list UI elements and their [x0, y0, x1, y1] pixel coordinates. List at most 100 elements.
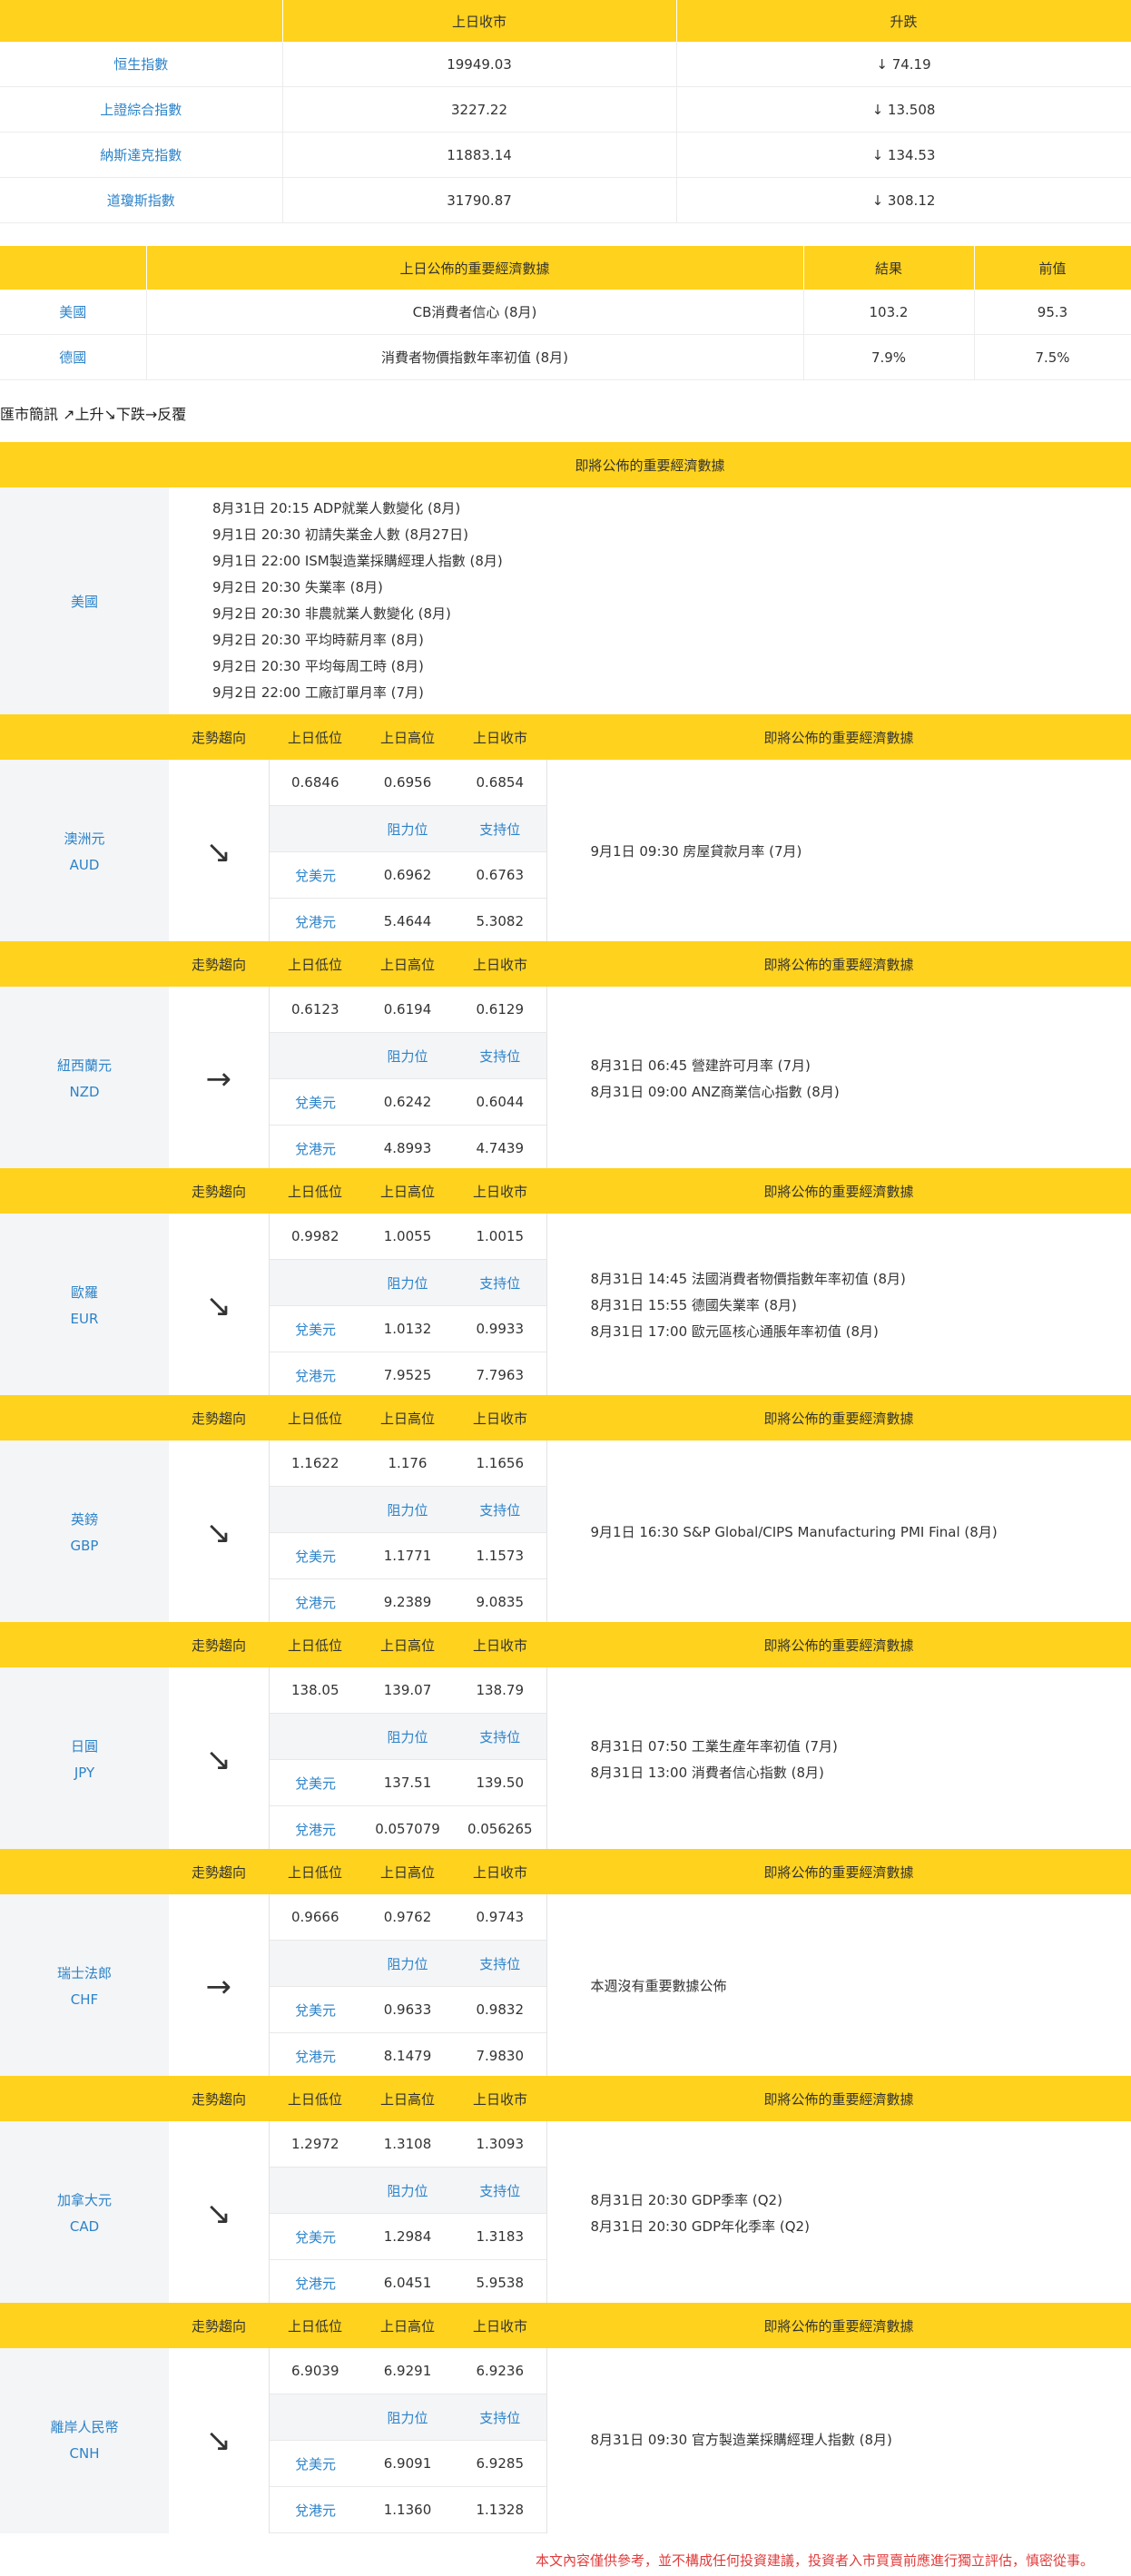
header-high: 上日高位: [379, 2090, 435, 2108]
index-close-value: 11883.14: [282, 132, 677, 178]
header-low: 上日低位: [287, 956, 342, 973]
header-events: 即將公佈的重要經濟數據: [763, 729, 914, 746]
trend-arrow-icon: →: [169, 987, 270, 1172]
published-table-header: 上日公佈的重要經濟數據 結果 前值: [0, 246, 1131, 290]
currency-event-item: 本週沒有重要數據公佈: [590, 1978, 727, 1995]
index-change-value: ↓ 308.12: [676, 177, 1131, 223]
published-row: 美國 CB消費者信心 (8月) 103.2 95.3: [0, 290, 1131, 335]
index-name-link[interactable]: 納斯達克指數: [0, 132, 283, 178]
published-header-blank: [0, 246, 147, 290]
published-result: 7.9%: [803, 334, 975, 380]
index-change-value: ↓ 134.53: [676, 132, 1131, 178]
published-header-result: 結果: [803, 246, 975, 290]
index-close-value: 19949.03: [282, 42, 677, 87]
usd-resistance-value: 0.6242: [361, 1078, 454, 1126]
trend-arrow-icon: →: [169, 1894, 270, 2079]
hkd-label: 兌港元: [269, 2032, 361, 2079]
header-events: 即將公佈的重要經濟數據: [763, 956, 914, 973]
currency-name: 瑞士法郎: [56, 1964, 112, 1981]
currency-event-list: 8月31日 06:45 營建許可月率 (7月) 8月31日 09:00 ANZ商業…: [546, 987, 1131, 1172]
hkd-label: 兌港元: [269, 2259, 361, 2306]
usd-support-value: 0.9933: [454, 1305, 546, 1352]
prev-high-value: 0.6194: [361, 987, 454, 1033]
us-header-events: 即將公佈的重要經濟數據: [575, 457, 725, 474]
header-close: 上日收市: [472, 1410, 527, 1427]
index-name-link[interactable]: 上證綜合指數: [0, 86, 283, 133]
index-name-link[interactable]: 道瓊斯指數: [0, 177, 283, 223]
index-row: 道瓊斯指數 31790.87 ↓ 308.12: [0, 177, 1131, 223]
currency-name: 紐西蘭元: [56, 1057, 112, 1074]
currency-header-blank: [0, 1849, 169, 1894]
currency-name-cell: 紐西蘭元 NZD: [0, 987, 169, 1172]
hkd-label: 兌港元: [269, 898, 361, 945]
currency-event-list: 8月31日 07:50 工業生產年率初值 (7月) 8月31日 13:00 消費者…: [546, 1667, 1131, 1853]
hkd-label: 兌港元: [269, 1125, 361, 1172]
us-event-item: 9月2日 20:30 平均每周工時 (8月): [212, 658, 424, 674]
trend-arrow-icon: ↘: [169, 1214, 270, 1399]
header-trend: 走勢趨向: [191, 2090, 246, 2108]
currency-name: 加拿大元: [56, 2191, 112, 2208]
index-table-header: 上日收市 升跌: [0, 0, 1131, 42]
currency-code: JPY: [74, 1764, 95, 1781]
currency-name-cell: 日圓 JPY: [0, 1667, 169, 1853]
prev-low-value: 0.9666: [269, 1894, 361, 1941]
currency-header-row: 走勢趨向 上日低位 上日高位 上日收市 即將公佈的重要經濟數據: [0, 1395, 1131, 1440]
header-close: 上日收市: [472, 1863, 527, 1881]
currency-event-item: 8月31日 17:00 歐元區核心通脹年率初值 (8月): [590, 1323, 879, 1341]
header-high: 上日高位: [379, 2317, 435, 2335]
prev-high-value: 139.07: [361, 1667, 454, 1714]
resistance-label: 阻力位: [361, 1032, 454, 1079]
label-blank: [269, 1940, 361, 1987]
currency-event-item: 8月31日 09:00 ANZ商業信心指數 (8月): [590, 1083, 840, 1100]
published-item: 消費者物價指數年率初值 (8月): [146, 334, 804, 380]
prev-low-value: 1.2972: [269, 2121, 361, 2168]
currency-event-list: 9月1日 16:30 S&P Global/CIPS Manufacturing…: [546, 1440, 1131, 1626]
header-trend: 走勢趨向: [191, 1637, 246, 1654]
currency-event-item: 8月31日 20:30 GDP季率 (Q2): [590, 2191, 782, 2208]
header-high: 上日高位: [379, 1637, 435, 1654]
currency-header-blank: [0, 941, 169, 987]
usd-label: 兌美元: [269, 1532, 361, 1579]
currency-block-aud: 走勢趨向 上日低位 上日高位 上日收市 即將公佈的重要經濟數據 澳洲元 AUD ↘ 0.6846…: [0, 714, 1131, 945]
currency-block-cnh: 走勢趨向 上日低位 上日高位 上日收市 即將公佈的重要經濟數據 離岸人民幣 CNH ↘ 6.90…: [0, 2303, 1131, 2533]
currency-event-item: 9月1日 09:30 房屋貸款月率 (7月): [590, 843, 802, 860]
label-blank: [269, 1032, 361, 1079]
currency-row: 加拿大元 CAD ↘ 1.2972 1.3108 1.3093 8月31日 20:30 GD…: [0, 2121, 1131, 2306]
header-low: 上日低位: [287, 2090, 342, 2108]
usd-label: 兌美元: [269, 2213, 361, 2260]
header-events: 即將公佈的重要經濟數據: [763, 1183, 914, 1200]
disclaimer-text: 本文內容僅供參考，並不構成任何投資建議，投資者入市買賣前應進行獨立評估，慎密從事…: [536, 2552, 1095, 2569]
trend-arrow-icon: ↘: [169, 1667, 270, 1853]
currency-event-list: 9月1日 09:30 房屋貸款月率 (7月): [546, 760, 1131, 945]
index-header-change: 升跌: [676, 0, 1131, 42]
usd-support-value: 0.6044: [454, 1078, 546, 1126]
prev-high-value: 1.3108: [361, 2121, 454, 2168]
header-high: 上日高位: [379, 729, 435, 746]
currency-code: GBP: [70, 1537, 99, 1554]
label-blank: [269, 2394, 361, 2441]
currency-header-blank: [0, 714, 169, 760]
us-upcoming-table: 即將公佈的重要經濟數據 美國 8月31日 20:15 ADP就業人數變化 (8月…: [0, 442, 1131, 714]
prev-close-value: 0.9743: [454, 1894, 546, 1941]
header-low: 上日低位: [287, 1863, 342, 1881]
hkd-resistance-value: 8.1479: [361, 2032, 454, 2079]
usd-support-value: 0.9832: [454, 1986, 546, 2033]
usd-resistance-value: 1.0132: [361, 1305, 454, 1352]
published-previous: 95.3: [974, 290, 1131, 335]
prev-close-value: 1.0015: [454, 1214, 546, 1260]
index-name-link[interactable]: 恒生指數: [0, 42, 283, 87]
currency-header-blank: [0, 2303, 169, 2348]
resistance-label: 阻力位: [361, 805, 454, 852]
support-label: 支持位: [454, 2394, 546, 2441]
header-low: 上日低位: [287, 1637, 342, 1654]
currency-event-list: 8月31日 20:30 GDP季率 (Q2) 8月31日 20:30 GDP年化季…: [546, 2121, 1131, 2306]
hkd-support-value: 5.9538: [454, 2259, 546, 2306]
usd-resistance-value: 137.51: [361, 1759, 454, 1806]
us-event-item: 9月2日 20:30 平均時薪月率 (8月): [212, 632, 424, 648]
us-event-item: 9月2日 22:00 工廠訂單月率 (7月): [212, 684, 424, 701]
currency-header-blank: [0, 1395, 169, 1440]
index-row: 上證綜合指數 3227.22 ↓ 13.508: [0, 86, 1131, 133]
published-result: 103.2: [803, 290, 975, 335]
usd-resistance-value: 1.1771: [361, 1532, 454, 1579]
header-events: 即將公佈的重要經濟數據: [763, 1637, 914, 1654]
